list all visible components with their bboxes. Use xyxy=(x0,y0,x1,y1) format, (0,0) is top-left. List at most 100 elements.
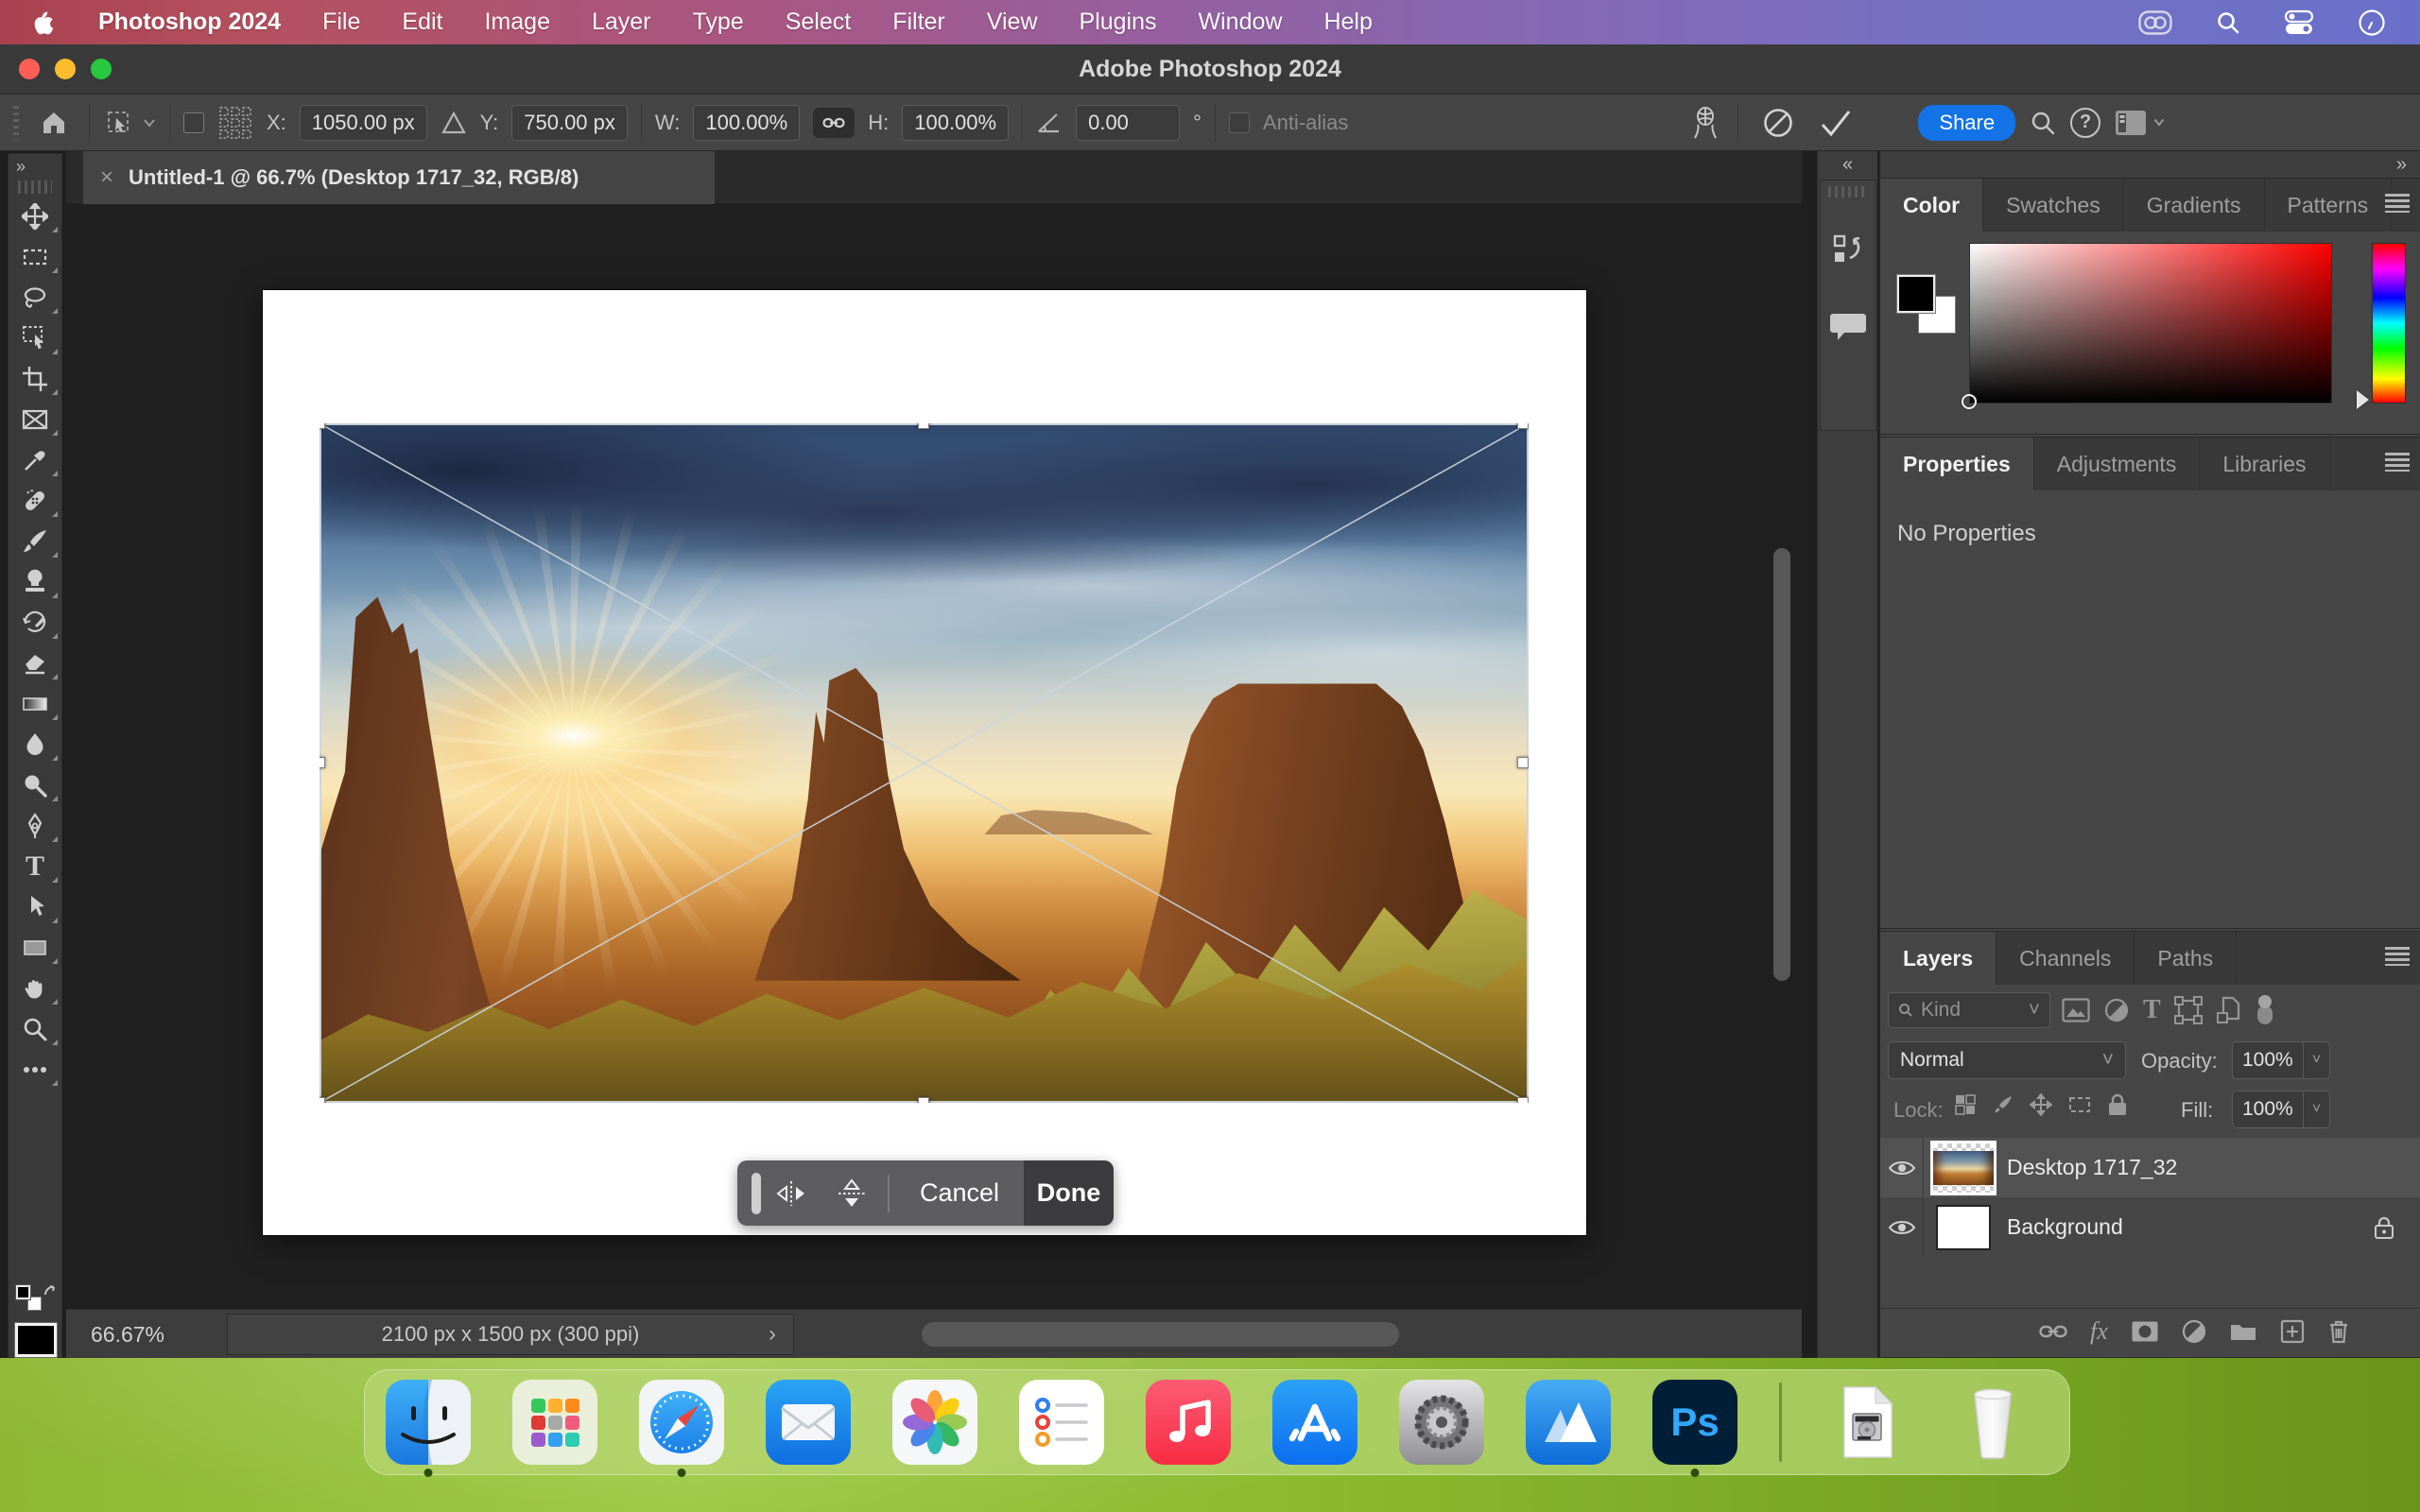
dock-settings-icon[interactable] xyxy=(1399,1380,1484,1465)
lock-position-icon[interactable] xyxy=(2030,1093,2052,1116)
layer-name[interactable]: Desktop 1717_32 xyxy=(2007,1155,2177,1180)
transform-handle-ne[interactable] xyxy=(1517,423,1529,429)
expand-panels-chevrons[interactable]: » xyxy=(1880,151,2420,178)
background-lock-icon[interactable] xyxy=(2374,1215,2394,1240)
document-info[interactable]: 2100 px x 1500 px (300 ppi) › xyxy=(227,1314,794,1355)
photo-layer[interactable] xyxy=(320,423,1529,1103)
tab-properties[interactable]: Properties xyxy=(1880,438,2034,490)
fill-chevron[interactable]: ˅ xyxy=(2303,1091,2329,1127)
clock-icon[interactable] xyxy=(2358,9,2386,37)
height-field[interactable]: 100.00% xyxy=(902,105,1009,141)
layer-thumbnail[interactable] xyxy=(1933,1143,1994,1193)
hand-tool[interactable] xyxy=(9,968,61,1008)
panel-menu-icon[interactable] xyxy=(2385,947,2410,966)
color-field-picker[interactable] xyxy=(1962,394,1977,409)
menu-select[interactable]: Select xyxy=(786,9,851,36)
blur-tool[interactable] xyxy=(9,724,61,765)
transform-handle-se[interactable] xyxy=(1517,1097,1529,1103)
layer-styles-icon[interactable]: fx xyxy=(2090,1317,2108,1346)
filter-shape-layers-icon[interactable] xyxy=(2174,996,2203,1024)
transform-handle-sw[interactable] xyxy=(320,1097,325,1103)
maintain-aspect-ratio-button[interactable] xyxy=(813,108,855,138)
filter-toggle-icon[interactable] xyxy=(2256,994,2274,1026)
opacity-field[interactable]: 100% ˅ xyxy=(2232,1041,2330,1079)
transform-handle-e[interactable] xyxy=(1517,757,1529,768)
tab-patterns[interactable]: Patterns xyxy=(2265,179,2393,232)
comments-panel-icon[interactable] xyxy=(1821,288,1876,364)
tab-adjustments[interactable]: Adjustments xyxy=(2034,438,2201,490)
layer-thumbnail[interactable] xyxy=(1933,1203,1994,1252)
x-position-field[interactable]: 1050.00 px xyxy=(300,105,427,141)
help-icon[interactable]: ? xyxy=(2070,108,2100,138)
home-icon[interactable] xyxy=(40,109,68,137)
spot-healing-brush-tool[interactable] xyxy=(9,480,61,521)
reference-point-checkbox[interactable] xyxy=(183,112,204,133)
share-button[interactable]: Share xyxy=(1918,105,2015,141)
blend-mode-dropdown[interactable]: Normal ˅ xyxy=(1888,1041,2126,1079)
cancel-transform-icon[interactable] xyxy=(1761,106,1795,140)
new-adjustment-layer-icon[interactable] xyxy=(2182,1319,2206,1344)
rectangle-tool[interactable] xyxy=(9,927,61,968)
dock-music-icon[interactable] xyxy=(1146,1380,1231,1465)
dock-mountains-app-icon[interactable] xyxy=(1526,1380,1611,1465)
filter-smart-objects-icon[interactable] xyxy=(2216,996,2242,1024)
dock-reminders-icon[interactable] xyxy=(1019,1380,1104,1465)
menu-type[interactable]: Type xyxy=(693,9,744,36)
foreground-color-swatch[interactable] xyxy=(15,1323,57,1357)
layer-row-desktop[interactable]: Desktop 1717_32 xyxy=(1880,1138,2420,1197)
history-brush-tool[interactable] xyxy=(9,602,61,643)
add-layer-mask-icon[interactable] xyxy=(2131,1320,2159,1343)
layer-filter-kind-dropdown[interactable]: Kind ˅ xyxy=(1888,992,2050,1028)
crop-tool[interactable] xyxy=(9,358,61,399)
anti-alias-checkbox[interactable] xyxy=(1229,112,1250,133)
eyedropper-tool[interactable] xyxy=(9,439,61,480)
tab-color[interactable]: Color xyxy=(1880,179,1983,232)
dock-trash-icon[interactable] xyxy=(1950,1380,2035,1465)
tab-swatches[interactable]: Swatches xyxy=(1983,179,2124,232)
dodge-tool[interactable] xyxy=(9,765,61,805)
dock-finder-icon[interactable] xyxy=(386,1380,471,1465)
hud-drag-handle[interactable] xyxy=(752,1173,761,1214)
edit-toolbar-button[interactable] xyxy=(9,1049,61,1090)
transform-handle-s[interactable] xyxy=(918,1097,929,1103)
tab-libraries[interactable]: Libraries xyxy=(2200,438,2329,490)
lock-transparency-icon[interactable] xyxy=(1954,1093,1977,1116)
tab-gradients[interactable]: Gradients xyxy=(2124,179,2265,232)
tab-paths[interactable]: Paths xyxy=(2135,932,2237,985)
gradient-tool[interactable] xyxy=(9,683,61,724)
frame-tool[interactable] xyxy=(9,399,61,439)
tool-preset-picker[interactable] xyxy=(103,107,156,139)
creative-cloud-icon[interactable] xyxy=(2138,10,2172,35)
cancel-button[interactable]: Cancel xyxy=(895,1178,1024,1208)
lock-pixels-icon[interactable] xyxy=(1992,1093,2014,1116)
tab-channels[interactable]: Channels xyxy=(1996,932,2135,985)
history-panel-icon[interactable] xyxy=(1821,213,1876,288)
saturation-brightness-field[interactable] xyxy=(1969,243,2332,404)
dock-photos-icon[interactable] xyxy=(892,1380,977,1465)
fill-field[interactable]: 100% ˅ xyxy=(2232,1091,2330,1128)
hue-slider-marker[interactable] xyxy=(2357,390,2369,409)
menu-file[interactable]: File xyxy=(322,9,360,36)
menu-window[interactable]: Window xyxy=(1199,9,1283,36)
horizontal-scrollbar[interactable] xyxy=(922,1322,1399,1347)
menu-edit[interactable]: Edit xyxy=(402,9,442,36)
delete-layer-icon[interactable] xyxy=(2327,1318,2350,1345)
new-group-icon[interactable] xyxy=(2229,1320,2257,1343)
rotation-field[interactable]: 0.00 xyxy=(1076,105,1180,141)
transform-handle-nw[interactable] xyxy=(320,423,325,429)
zoom-level-field[interactable]: 66.67% xyxy=(91,1317,223,1351)
panel-menu-icon[interactable] xyxy=(2385,453,2410,472)
canvas-area[interactable]: × Untitled-1 @ 66.7% (Desktop 1717_32, R… xyxy=(66,151,1802,1358)
opacity-chevron[interactable]: ˅ xyxy=(2303,1042,2329,1078)
panel-menu-icon[interactable] xyxy=(2385,194,2410,213)
control-center-icon[interactable] xyxy=(2284,9,2314,36)
flip-horizontal-button[interactable] xyxy=(761,1177,821,1210)
toolbar-collapse-chevrons[interactable]: » xyxy=(9,154,61,179)
filter-adjustment-layers-icon[interactable] xyxy=(2103,997,2130,1023)
hue-slider[interactable] xyxy=(2372,243,2406,404)
options-search-icon[interactable] xyxy=(2029,109,2057,137)
move-tool[interactable] xyxy=(9,196,61,236)
filter-pixel-layers-icon[interactable] xyxy=(2062,998,2090,1022)
layer-visibility-toggle[interactable] xyxy=(1880,1138,1924,1197)
collapse-panels-chevrons[interactable]: « xyxy=(1818,151,1877,178)
